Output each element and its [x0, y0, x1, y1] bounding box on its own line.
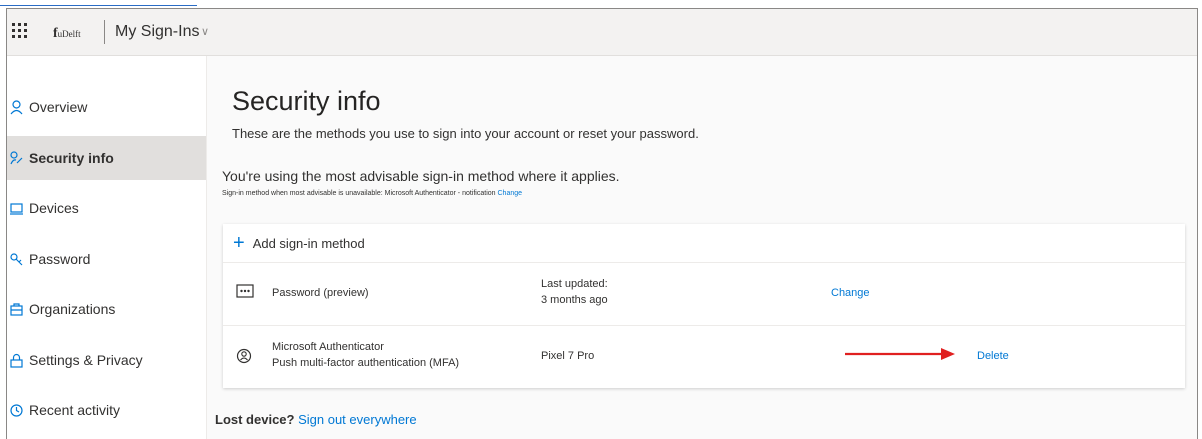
sidebar-item-organizations[interactable]: Organizations: [7, 287, 206, 331]
method-name: Microsoft Authenticator: [272, 341, 384, 353]
header-bar: fuDelft My Sign-Ins ∨: [7, 9, 1197, 56]
sidebar-item-overview[interactable]: Overview: [7, 85, 206, 129]
password-dots-icon: [236, 284, 254, 303]
header-divider: [104, 20, 105, 44]
plus-icon: +: [233, 232, 245, 254]
method-row-password: Password (preview) Last updated: 3 month…: [223, 263, 1185, 326]
page-title: Security info: [232, 86, 381, 116]
sidebar-item-recent-activity[interactable]: Recent activity: [7, 388, 206, 432]
top-link-underline: [0, 0, 197, 6]
sidebar-item-label: Organizations: [29, 301, 116, 317]
fallback-method-text: Sign-in method when most advisable is un…: [222, 190, 496, 197]
add-sign-in-method-button[interactable]: + Add sign-in method: [223, 224, 1185, 263]
laptop-icon: [10, 201, 23, 216]
method-row-authenticator: Microsoft Authenticator Push multi-facto…: [223, 326, 1185, 388]
app-title[interactable]: My Sign-Ins: [115, 23, 199, 41]
page-description: These are the methods you use to sign in…: [232, 126, 699, 141]
change-password-link[interactable]: Change: [831, 287, 870, 299]
logo-text: uDelft: [57, 29, 81, 39]
advisable-method-text: You're using the most advisable sign-in …: [222, 168, 620, 184]
clock-icon: [10, 403, 23, 418]
person-icon: [10, 99, 23, 115]
method-name: Password (preview): [272, 287, 369, 299]
organization-logo[interactable]: fuDelft: [53, 26, 81, 42]
delete-authenticator-link[interactable]: Delete: [977, 350, 1009, 362]
app-launcher-icon[interactable]: [12, 23, 28, 39]
chevron-down-icon[interactable]: ∨: [201, 25, 209, 38]
annotation-arrow: [845, 348, 955, 360]
authenticator-icon: [236, 347, 252, 370]
sidebar-item-devices[interactable]: Devices: [7, 186, 206, 230]
key-icon: [10, 252, 23, 267]
browser-frame: fuDelft My Sign-Ins ∨ Overview Security …: [6, 8, 1198, 439]
method-detail-value: 3 months ago: [541, 294, 608, 306]
sidebar-item-label: Devices: [29, 200, 79, 216]
sidebar: Overview Security info Devices Password …: [7, 56, 207, 439]
sidebar-item-security-info[interactable]: Security info: [7, 136, 206, 180]
method-subtitle: Push multi-factor authentication (MFA): [272, 357, 460, 369]
change-default-method-link[interactable]: Change: [498, 190, 523, 197]
key-person-icon: [10, 150, 23, 166]
method-detail-label: Last updated:: [541, 278, 608, 290]
sidebar-item-password[interactable]: Password: [7, 237, 206, 281]
sidebar-item-label: Password: [29, 251, 91, 267]
sidebar-item-label: Security info: [29, 150, 114, 166]
main-content: Security info These are the methods you …: [207, 56, 1197, 439]
sidebar-item-label: Recent activity: [29, 402, 121, 418]
sidebar-item-label: Overview: [29, 99, 88, 115]
sign-out-everywhere-link[interactable]: Sign out everywhere: [298, 412, 417, 427]
lock-icon: [10, 353, 23, 368]
lost-device-label: Lost device?: [215, 412, 295, 427]
sidebar-item-settings-privacy[interactable]: Settings & Privacy: [7, 338, 206, 382]
methods-card: + Add sign-in method Password (preview) …: [223, 224, 1185, 388]
lost-device-prompt: Lost device? Sign out everywhere: [215, 412, 417, 427]
add-sign-in-method-label: Add sign-in method: [252, 235, 365, 251]
sidebar-item-label: Settings & Privacy: [29, 352, 143, 368]
briefcase-icon: [10, 302, 23, 317]
method-device-name: Pixel 7 Pro: [541, 350, 595, 362]
fallback-method-note: Sign-in method when most advisable is un…: [222, 190, 522, 197]
